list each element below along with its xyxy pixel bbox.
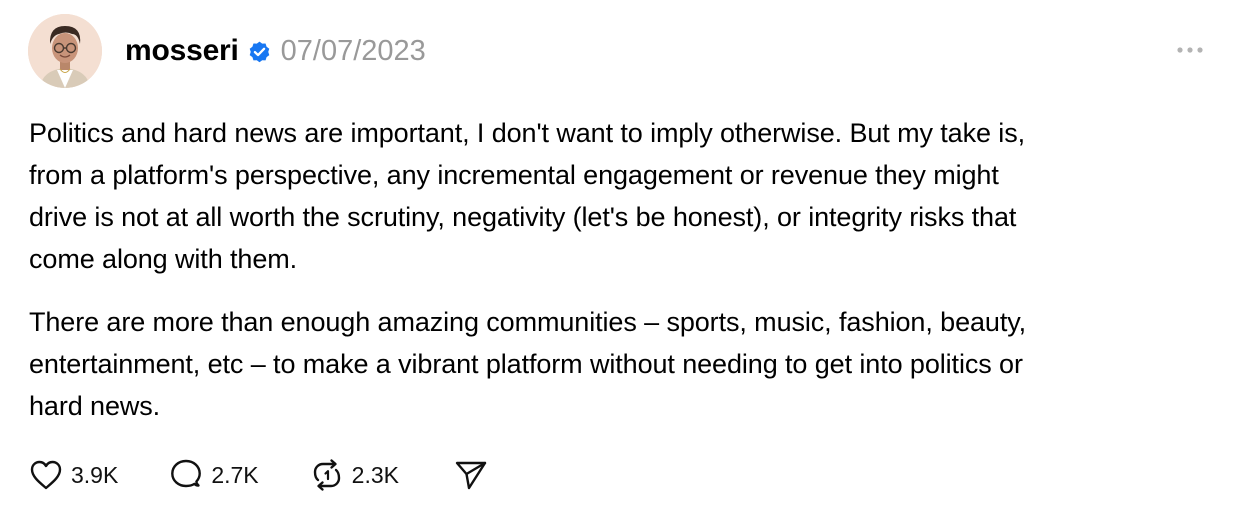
post-header: mosseri 07/07/2023: [125, 28, 426, 74]
verified-badge-icon: [247, 39, 272, 64]
reply-count: 2.7K: [211, 461, 259, 488]
post-date: 07/07/2023: [280, 34, 426, 67]
like-button[interactable]: 3.9K: [29, 459, 118, 491]
reply-button[interactable]: 2.7K: [169, 458, 259, 492]
post-actions: 3.9K 2.7K 2.3K: [29, 456, 488, 494]
like-count: 3.9K: [71, 461, 119, 488]
more-horizontal-icon: [1176, 46, 1204, 54]
avatar-image: [28, 14, 102, 88]
repost-button[interactable]: 2.3K: [310, 458, 399, 492]
more-options-button[interactable]: [1170, 36, 1210, 64]
post-paragraph: There are more than enough amazing commu…: [29, 307, 1027, 421]
username-link[interactable]: mosseri: [125, 34, 239, 68]
speech-bubble-icon: [169, 458, 203, 492]
post-body: Politics and hard news are important, I …: [29, 112, 1225, 427]
thread-post: mosseri 07/07/2023 Politics and hard new…: [0, 0, 1236, 512]
repost-count: 2.3K: [351, 461, 399, 488]
share-button[interactable]: [454, 458, 488, 492]
repost-icon: [310, 458, 344, 492]
avatar[interactable]: [28, 14, 102, 88]
post-paragraph: Politics and hard news are important, I …: [29, 118, 1026, 274]
heart-icon: [29, 459, 63, 491]
paper-plane-icon: [454, 458, 488, 492]
